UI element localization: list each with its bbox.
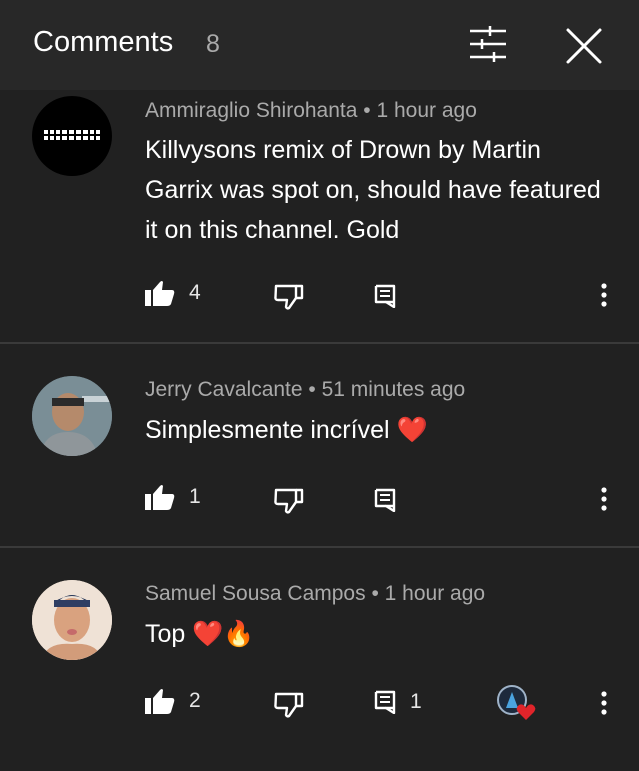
- heart-fire-emoji: ❤️🔥: [192, 620, 255, 648]
- comment-meta: Samuel Sousa Campos • 1 hour ago: [145, 582, 485, 606]
- dislike-button[interactable]: [274, 284, 304, 310]
- heart-emoji: ❤️: [396, 416, 428, 444]
- close-icon: [566, 28, 602, 64]
- channel-logo-icon: [44, 130, 100, 140]
- comment-meta: Ammiraglio Shirohanta • 1 hour ago: [145, 99, 477, 123]
- avatar[interactable]: [32, 376, 112, 456]
- meta-separator: •: [308, 378, 316, 401]
- thumbs-up-icon: [145, 485, 175, 510]
- comment-item: Ammiraglio Shirohanta • 1 hour ago Killv…: [0, 90, 639, 342]
- user-photo-icon: [32, 580, 112, 660]
- comment-meta: Jerry Cavalcante • 51 minutes ago: [145, 378, 465, 402]
- comment-text-body: Top: [145, 620, 186, 648]
- comment-item: Samuel Sousa Campos • 1 hour ago Top ❤️🔥…: [0, 548, 639, 771]
- comment-text: Top ❤️🔥: [145, 614, 615, 654]
- meta-separator: •: [371, 582, 379, 605]
- close-button[interactable]: [562, 24, 606, 68]
- sort-filter-button[interactable]: [466, 24, 510, 64]
- creator-heart-icon: [497, 685, 536, 720]
- thumbs-down-icon: [274, 284, 304, 310]
- like-count: 4: [189, 281, 201, 304]
- like-count: 2: [189, 689, 201, 712]
- user-photo-icon: [32, 376, 112, 456]
- like-count: 1: [189, 485, 201, 508]
- reply-icon: [374, 690, 396, 714]
- thumbs-down-icon: [274, 692, 304, 718]
- comment-item: Jerry Cavalcante • 51 minutes ago Simple…: [0, 344, 639, 546]
- thumbs-up-icon: [145, 281, 175, 306]
- timestamp[interactable]: 1 hour ago: [376, 99, 476, 122]
- timestamp[interactable]: 51 minutes ago: [322, 378, 466, 401]
- thumbs-down-icon: [274, 488, 304, 514]
- reply-count: 1: [410, 690, 422, 713]
- avatar[interactable]: [32, 96, 112, 176]
- reply-button[interactable]: [374, 284, 396, 308]
- more-options-button[interactable]: [594, 486, 614, 516]
- author-name[interactable]: Jerry Cavalcante: [145, 378, 303, 401]
- comments-count: 8: [206, 30, 220, 58]
- more-options-button[interactable]: [594, 690, 614, 720]
- reply-icon: [374, 284, 396, 308]
- comment-text: Simplesmente incrível ❤️: [145, 410, 615, 450]
- like-button[interactable]: 1: [145, 484, 201, 510]
- author-name[interactable]: Ammiraglio Shirohanta: [145, 99, 357, 122]
- comment-text: Killvysons remix of Drown by Martin Garr…: [145, 136, 601, 244]
- like-button[interactable]: 2: [145, 688, 201, 714]
- more-options-button[interactable]: [594, 282, 614, 312]
- more-vert-icon: [601, 691, 607, 715]
- comment-text-body: Simplesmente incrível: [145, 416, 390, 444]
- dislike-button[interactable]: [274, 488, 304, 514]
- like-button[interactable]: 4: [145, 280, 201, 306]
- more-vert-icon: [601, 487, 607, 511]
- more-vert-icon: [601, 283, 607, 307]
- timestamp[interactable]: 1 hour ago: [385, 582, 485, 605]
- dislike-button[interactable]: [274, 692, 304, 718]
- reply-icon: [374, 488, 396, 512]
- comments-header: Comments 8: [0, 0, 639, 90]
- creator-heart-badge: [496, 684, 538, 722]
- comments-title: Comments: [33, 26, 174, 58]
- reply-button[interactable]: 1: [374, 690, 422, 714]
- thumbs-up-icon: [145, 689, 175, 714]
- sliders-icon: [470, 26, 506, 62]
- reply-button[interactable]: [374, 488, 396, 512]
- author-name[interactable]: Samuel Sousa Campos: [145, 582, 366, 605]
- avatar[interactable]: [32, 580, 112, 660]
- meta-separator: •: [363, 99, 371, 122]
